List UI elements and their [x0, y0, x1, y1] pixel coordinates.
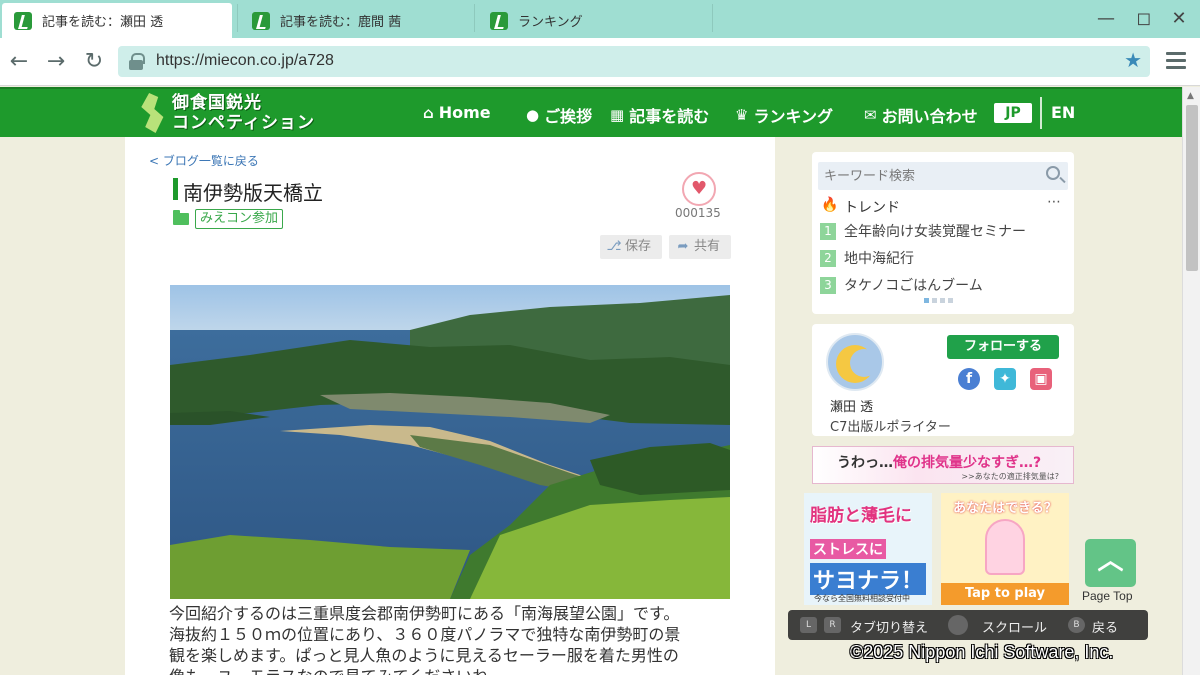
more-options-icon[interactable]: ⋯ — [1047, 194, 1062, 210]
lang-divider — [1040, 97, 1042, 129]
author-card: フォローする f ✦ ▣ 瀬田 透 C7出版ルポライター — [812, 324, 1074, 436]
article-photo — [170, 285, 730, 599]
tap-to-play-label: Tap to play — [941, 583, 1069, 605]
reload-icon[interactable]: ↻ — [80, 48, 108, 76]
person-icon: ● — [526, 106, 540, 124]
site-favicon-icon — [490, 11, 508, 30]
dpad-icon — [948, 615, 968, 635]
page-scrollbar[interactable]: ▲ — [1182, 87, 1200, 675]
article-panel: < ブログ一覧に戻る 南伊勢版天橋立 みえコン参加 ♥ 000135 ⎇ 保存 ➦… — [125, 137, 775, 675]
ad-banner-wide[interactable]: うわっ…俺の排気量少なすぎ…? >>あなたの適正排気量は? — [812, 446, 1074, 484]
copyright-text: ©2025 Nippon Ichi Software, Inc. — [850, 642, 1114, 662]
menu-icon[interactable] — [1166, 52, 1186, 70]
controller-hint-bar: L R タブ切り替え スクロール B 戻る — [788, 610, 1148, 640]
lang-en-button[interactable]: EN — [1051, 103, 1075, 122]
b-button-icon: B — [1068, 617, 1085, 633]
tab-separator — [712, 4, 713, 32]
folder-icon — [173, 210, 189, 225]
browser-tab-2[interactable]: 記事を読む：鹿間 茜 — [240, 3, 472, 38]
category-tag[interactable]: みえコン参加 — [195, 209, 284, 229]
nav-greeting[interactable]: ● ご挨拶 — [526, 103, 592, 127]
tab-label: ランキング — [518, 15, 583, 30]
tab-label: 記事を読む：瀬田 透 — [42, 15, 164, 30]
like-button[interactable]: ♥ — [682, 172, 716, 206]
twitter-bird-icon[interactable]: ✦ — [994, 368, 1016, 390]
book-icon: ▦ — [610, 106, 625, 124]
minimize-icon[interactable]: — — [1093, 8, 1119, 29]
trend-pagination-dots[interactable] — [924, 298, 953, 303]
ad-banner-subtext: >>あなたの適正排気量は? — [961, 472, 1059, 481]
instagram-icon[interactable]: ▣ — [1030, 368, 1052, 390]
trend-item-3[interactable]: 3 タケノコごはんブーム — [820, 275, 983, 295]
ad-banner-left[interactable]: 脂肪と薄毛に ストレスに サヨナラ！ 今なら全国無料相談受付中 — [804, 493, 932, 605]
trend-title: トレンド — [844, 200, 900, 216]
search-trend-card: 🔥 トレンド ⋯ 1全年齢向け女装覚醒セミナー 2地中海紀行 3タケノコごはんブ… — [812, 152, 1074, 314]
site-favicon-icon — [252, 11, 270, 30]
url-text: https://miecon.co.jp/a728 — [156, 52, 334, 69]
page-top-label: Page Top — [1082, 589, 1133, 603]
tab-switch-hint: タブ切り替え — [850, 621, 929, 636]
search-icon[interactable] — [1046, 166, 1060, 180]
share-button[interactable]: ➦ 共有 — [669, 235, 731, 259]
nav-home[interactable]: ⌂ Home — [423, 103, 491, 122]
facebook-icon[interactable]: f — [958, 368, 980, 390]
scroll-up-icon[interactable]: ▲ — [1187, 91, 1194, 101]
tab-separator — [474, 4, 475, 32]
home-icon: ⌂ — [423, 103, 434, 122]
avatar[interactable] — [826, 333, 884, 391]
heart-icon: ♥ — [691, 178, 708, 199]
trend-item-2[interactable]: 2 地中海紀行 — [820, 248, 914, 268]
tab-label: 記事を読む：鹿間 茜 — [280, 15, 402, 30]
logo-text: 御食国鋭光 コンペティション — [172, 93, 315, 133]
nav-ranking[interactable]: ♛ ランキング — [735, 103, 833, 127]
tab-separator — [237, 4, 238, 32]
site-logo[interactable]: 御食国鋭光 コンペティション — [140, 91, 340, 137]
bookmark-icon: ⎇ — [606, 239, 622, 254]
search-box[interactable] — [818, 162, 1068, 190]
author-role: C7出版ルポライター — [830, 420, 951, 435]
nav-read-articles[interactable]: ▦ 記事を読む — [610, 103, 709, 127]
crown-icon: ♛ — [735, 106, 749, 124]
author-name: 瀬田 透 — [830, 400, 874, 415]
nav-contact[interactable]: ✉ お問い合わせ — [864, 103, 978, 127]
search-input[interactable] — [824, 166, 1024, 186]
close-icon[interactable]: ✕ — [1166, 8, 1192, 29]
save-button[interactable]: ⎇ 保存 — [600, 235, 662, 259]
follow-button[interactable]: フォローする — [947, 335, 1059, 359]
site-favicon-icon — [14, 11, 32, 30]
like-count: 000135 — [675, 206, 721, 220]
share-icon: ➦ — [677, 239, 689, 254]
title-accent-bar — [173, 178, 178, 200]
back-hint: 戻る — [1092, 621, 1119, 636]
site-header: 御食国鋭光 コンペティション ⌂ Home ● ご挨拶 ▦ 記事を読む ♛ ランキング … — [0, 87, 1182, 137]
lang-jp-button[interactable]: JP — [994, 103, 1032, 123]
maximize-icon[interactable]: ◻ — [1131, 8, 1157, 29]
scroll-hint: スクロール — [982, 621, 1048, 636]
page-top-button[interactable]: ︿ — [1085, 539, 1136, 587]
browser-tab-1[interactable]: 記事を読む：瀬田 透 — [2, 3, 232, 38]
back-arrow-icon[interactable]: ← — [5, 48, 33, 76]
forward-arrow-icon[interactable]: → — [42, 48, 70, 76]
mail-icon: ✉ — [864, 106, 877, 124]
article-body: 今回紹介するのは三重県度会郡南伊勢町にある「南海展望公園」です。海抜約１５０ｍの… — [169, 604, 681, 675]
lock-icon — [128, 53, 145, 70]
l-button-icon: L — [800, 617, 817, 633]
url-field[interactable]: https://miecon.co.jp/a728 ★ — [118, 46, 1150, 77]
browser-address-bar: ← → ↻ https://miecon.co.jp/a728 ★ — [0, 38, 1200, 86]
back-to-blog-list-link[interactable]: < ブログ一覧に戻る — [149, 152, 259, 169]
ad-banner-right[interactable]: あなたはできる？ Tap to play — [941, 493, 1069, 605]
bookmark-star-icon[interactable]: ★ — [1124, 48, 1142, 72]
flame-icon: 🔥 — [821, 197, 839, 213]
browser-tab-bar: 記事を読む：瀬田 透 記事を読む：鹿間 茜 ランキング — ◻ ✕ — [0, 0, 1200, 38]
ad-banner-text: うわっ…俺の排気量少なすぎ…? — [837, 455, 1042, 471]
scrollbar-thumb[interactable] — [1186, 105, 1198, 271]
r-button-icon: R — [824, 617, 841, 633]
character-illustration — [985, 519, 1025, 575]
browser-tab-3[interactable]: ランキング — [478, 3, 710, 38]
article-title: 南伊勢版天橋立 — [183, 181, 323, 205]
chevron-up-icon: ︿ — [1097, 546, 1124, 576]
mie-shape-logo-icon — [141, 93, 164, 133]
trend-item-1[interactable]: 1 全年齢向け女装覚醒セミナー — [820, 221, 1026, 241]
